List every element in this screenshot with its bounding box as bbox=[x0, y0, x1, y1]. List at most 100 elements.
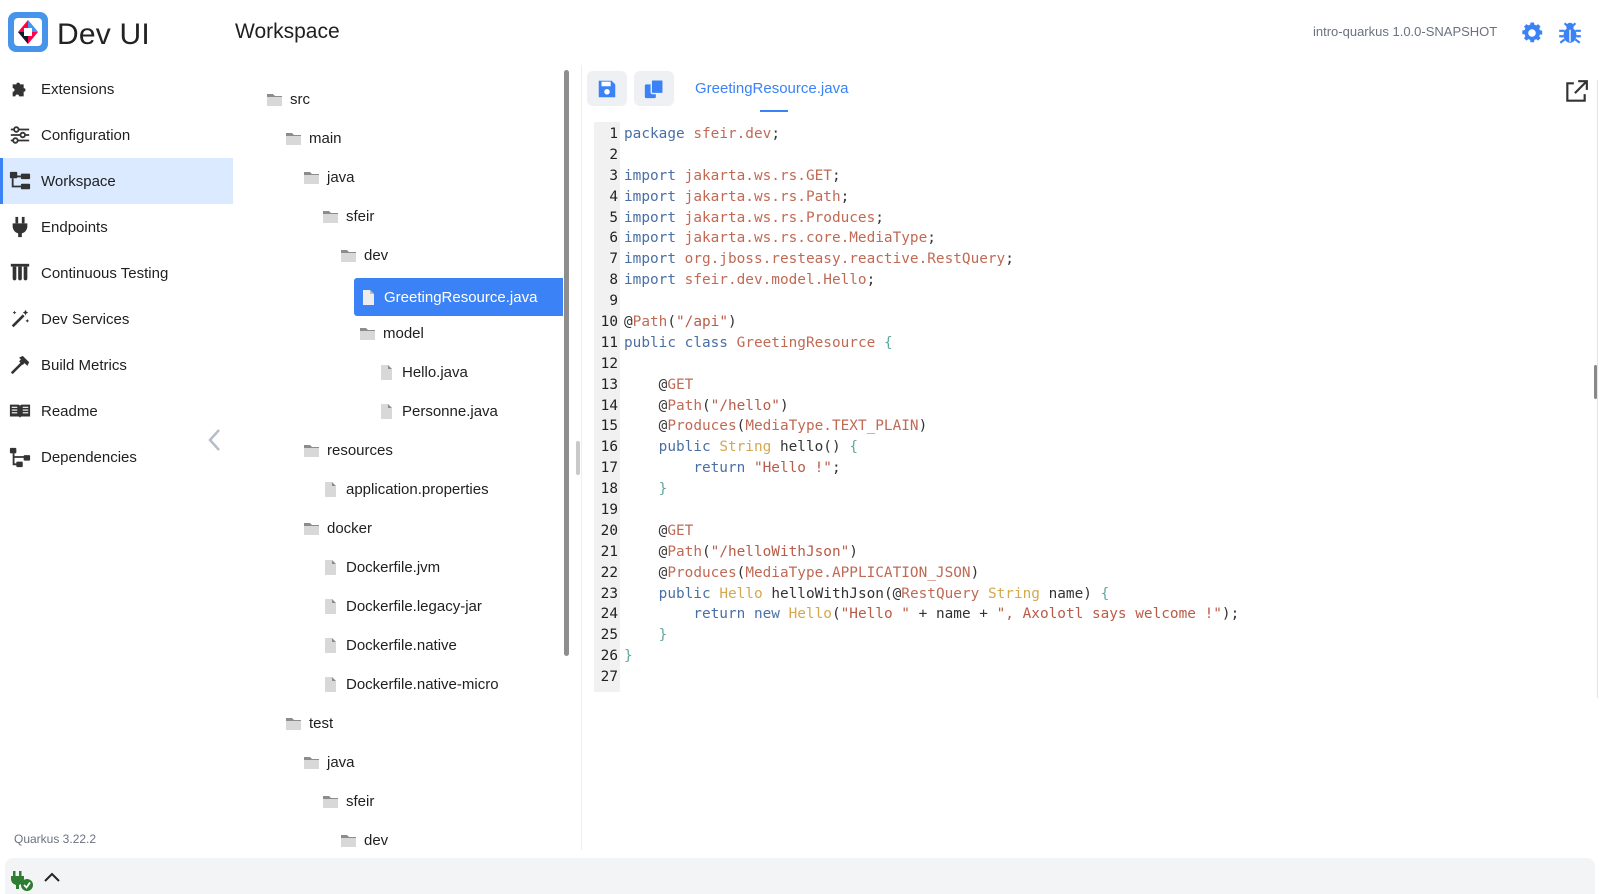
sidebar-item-dev-services[interactable]: Dev Services bbox=[0, 296, 233, 342]
editor-border bbox=[1597, 80, 1598, 698]
tree-folder[interactable]: docker bbox=[303, 509, 372, 547]
line-text: @Produces(MediaType.TEXT_PLAIN) bbox=[658, 418, 928, 435]
sidebar-item-extensions[interactable]: Extensions bbox=[0, 66, 233, 112]
tab-greeting-resource[interactable]: GreetingResource.java bbox=[695, 80, 848, 97]
page-title: Workspace bbox=[235, 20, 340, 43]
code-line: 18 } bbox=[594, 479, 1239, 500]
flask-icon bbox=[8, 261, 32, 285]
file-icon bbox=[325, 598, 336, 614]
code-line: 10 @Path("/api") bbox=[594, 312, 1239, 333]
tree-folder[interactable]: sfeir bbox=[322, 197, 374, 235]
tree-file[interactable]: Hello.java bbox=[378, 353, 468, 391]
code-line: 25 } bbox=[594, 625, 1239, 646]
sidebar-item-label: Endpoints bbox=[41, 218, 108, 236]
sidebar-item-configuration[interactable]: Configuration bbox=[0, 112, 233, 158]
line-text: public class GreetingResource { bbox=[624, 334, 893, 351]
sidebar-item-readme[interactable]: Readme bbox=[0, 388, 233, 434]
code-line: 9 bbox=[594, 291, 1239, 312]
file-icon bbox=[325, 481, 336, 497]
line-text: import jakarta.ws.rs.GET; bbox=[624, 167, 841, 184]
tree-file[interactable]: Dockerfile.native bbox=[322, 626, 457, 664]
tree-folder[interactable]: src bbox=[266, 80, 310, 118]
line-text: import jakarta.ws.rs.Path; bbox=[624, 188, 850, 205]
sidebar-item-build-metrics[interactable]: Build Metrics bbox=[0, 342, 233, 388]
sidebar-item-label: Dev Services bbox=[41, 310, 130, 328]
line-number: 17 bbox=[600, 460, 618, 477]
sidebar-item-dependencies[interactable]: Dependencies bbox=[0, 434, 233, 480]
quarkus-version: Quarkus 3.22.2 bbox=[14, 832, 97, 846]
line-number: 12 bbox=[600, 355, 618, 372]
tree-folder[interactable]: model bbox=[359, 314, 424, 352]
line-number: 15 bbox=[600, 418, 618, 435]
line-number: 25 bbox=[600, 627, 618, 644]
code-line: 2 bbox=[594, 145, 1239, 166]
tree-folder[interactable]: java bbox=[303, 158, 355, 196]
code-line: 5 import jakarta.ws.rs.Produces; bbox=[594, 208, 1239, 229]
code-line: 15 @Produces(MediaType.TEXT_PLAIN) bbox=[594, 416, 1239, 437]
hammer-icon bbox=[8, 353, 32, 377]
tree-scrollbar[interactable] bbox=[564, 70, 569, 656]
file-icon bbox=[363, 289, 374, 305]
tree-file-selected[interactable]: GreetingResource.java bbox=[354, 278, 563, 316]
line-number: 7 bbox=[609, 251, 618, 268]
copy-button[interactable] bbox=[634, 71, 674, 106]
tree-folder[interactable]: main bbox=[285, 119, 342, 157]
sidebar-item-label: Dependencies bbox=[41, 448, 137, 466]
tree-file[interactable]: Personne.java bbox=[378, 392, 498, 430]
file-icon bbox=[381, 364, 392, 380]
sidebar-item-label: Extensions bbox=[41, 80, 115, 98]
code-line: 19 bbox=[594, 500, 1239, 521]
editor-scrollbar[interactable] bbox=[1594, 365, 1597, 399]
sidebar-item-endpoints[interactable]: Endpoints bbox=[0, 204, 233, 250]
pane-resize-handle[interactable] bbox=[576, 441, 580, 475]
code-line: 21 @Path("/helloWithJson") bbox=[594, 542, 1239, 563]
sidebar-item-label: Workspace bbox=[41, 172, 116, 190]
sidebar-item-continuous-testing[interactable]: Continuous Testing bbox=[0, 250, 233, 296]
folder-icon bbox=[341, 249, 356, 262]
connection-status-icon[interactable] bbox=[10, 870, 34, 892]
code-line: 6 import jakarta.ws.rs.core.MediaType; bbox=[594, 228, 1239, 249]
file-icon bbox=[325, 637, 336, 653]
sidebar-item-label: Build Metrics bbox=[41, 356, 127, 374]
line-number: 21 bbox=[600, 543, 618, 560]
line-number: 2 bbox=[609, 146, 618, 163]
line-number: 22 bbox=[600, 564, 618, 581]
line-text: @GET bbox=[658, 376, 694, 393]
tree-folder[interactable]: test bbox=[285, 704, 333, 742]
tree-folder[interactable]: resources bbox=[303, 431, 393, 469]
code-editor[interactable]: 1 package sfeir.dev; 2 3 import jakarta.ws.r… bbox=[594, 124, 1240, 688]
line-text: @Produces(MediaType.APPLICATION_JSON) bbox=[658, 564, 980, 581]
sidebar-item-workspace[interactable]: Workspace bbox=[0, 158, 233, 204]
save-button[interactable] bbox=[587, 71, 627, 106]
app-version: intro-quarkus 1.0.0-SNAPSHOT bbox=[1313, 24, 1498, 39]
gear-icon[interactable] bbox=[1519, 20, 1545, 46]
folder-icon bbox=[323, 210, 338, 223]
file-icon bbox=[381, 403, 392, 419]
collapse-sidebar-icon[interactable] bbox=[203, 425, 227, 455]
folder-icon bbox=[304, 756, 319, 769]
footer-bar bbox=[5, 858, 1595, 894]
line-number: 5 bbox=[609, 209, 618, 226]
code-line: 24 return new Hello("Hello " + name + ",… bbox=[594, 604, 1240, 625]
sidebar-item-label: Continuous Testing bbox=[41, 264, 169, 282]
sidebar-item-label: Readme bbox=[41, 402, 98, 420]
active-tab-indicator bbox=[760, 110, 788, 112]
book-icon bbox=[8, 399, 32, 423]
code-line: 17 return "Hello !"; bbox=[594, 458, 1239, 479]
line-number: 20 bbox=[600, 522, 618, 539]
tree-folder[interactable]: sfeir bbox=[322, 782, 374, 820]
bug-icon[interactable] bbox=[1557, 20, 1583, 46]
code-line: 4 import jakarta.ws.rs.Path; bbox=[594, 187, 1239, 208]
tree-folder[interactable]: java bbox=[303, 743, 355, 781]
tree-file[interactable]: application.properties bbox=[322, 470, 489, 508]
chevron-up-icon[interactable] bbox=[42, 869, 62, 885]
tree-file[interactable]: Dockerfile.legacy-jar bbox=[322, 587, 482, 625]
tree-file[interactable]: Dockerfile.native-micro bbox=[322, 665, 499, 703]
folder-icon bbox=[304, 522, 319, 535]
tree-folder[interactable]: dev bbox=[340, 236, 388, 274]
line-number: 26 bbox=[600, 648, 618, 665]
tree-file[interactable]: Dockerfile.jvm bbox=[322, 548, 440, 586]
tree-folder[interactable]: dev bbox=[340, 821, 388, 850]
line-text: return new Hello("Hello " + name + ", Ax… bbox=[693, 606, 1240, 623]
open-external-icon[interactable] bbox=[1563, 79, 1589, 105]
